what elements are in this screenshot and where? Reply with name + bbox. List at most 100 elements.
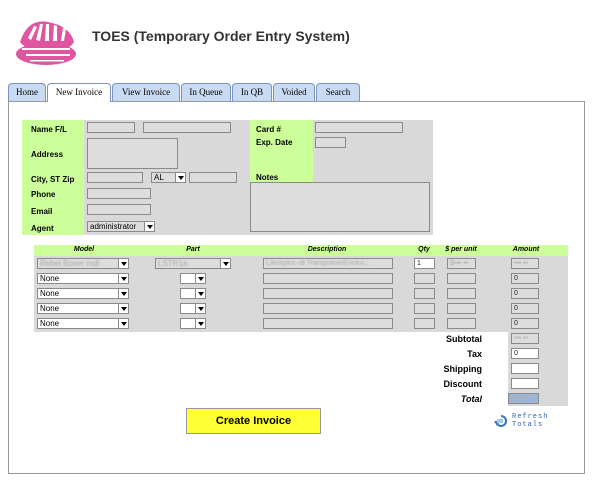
tab-in-queue[interactable]: In Queue xyxy=(181,83,231,101)
exp-date-field[interactable] xyxy=(315,137,346,148)
subtotal-field: •••.•• xyxy=(511,333,539,344)
description-field[interactable]: Lifestyles ‹dl Trampoline/Enclos... xyxy=(263,258,393,269)
refresh-label-line-1: Refresh xyxy=(512,413,549,421)
email-label: Email xyxy=(31,207,53,216)
column-header-model: Model xyxy=(73,246,95,253)
model-select[interactable]: None xyxy=(37,288,129,299)
chevron-down-icon xyxy=(118,304,128,313)
chevron-down-icon xyxy=(118,289,128,298)
qty-field[interactable] xyxy=(414,318,435,329)
subtotal-value: •••.•• xyxy=(514,335,529,342)
tab-new-invoice[interactable]: New Invoice xyxy=(47,83,111,102)
app-title: TOES (Temporary Order Entry System) xyxy=(92,28,350,44)
chevron-down-icon xyxy=(195,274,205,283)
tax-value: 0 xyxy=(514,350,518,357)
unit-price-field[interactable]: $•••.•• xyxy=(447,258,476,269)
toes-logo xyxy=(16,21,76,65)
agent-value: administrator xyxy=(90,222,137,231)
unit-price-field[interactable] xyxy=(447,318,476,329)
qty-field[interactable] xyxy=(414,303,435,314)
part-select[interactable] xyxy=(180,318,206,329)
refresh-totals-button[interactable]: Refresh Totals xyxy=(494,413,554,431)
shipping-field[interactable] xyxy=(511,363,539,374)
description-field[interactable] xyxy=(263,303,393,314)
amount-field: 0 xyxy=(511,303,539,314)
tab-home[interactable]: Home xyxy=(8,83,46,101)
column-header-unit-price: $ per unit xyxy=(445,246,477,253)
model-value: Rebel Boxer mdl xyxy=(40,259,100,268)
discount-label: Discount xyxy=(443,379,482,389)
model-select[interactable]: None xyxy=(37,318,129,329)
phone-label: Phone xyxy=(31,190,56,199)
part-select[interactable] xyxy=(180,273,206,284)
amount-value: 0 xyxy=(514,290,518,297)
zip-field[interactable] xyxy=(189,172,237,183)
qty-field[interactable] xyxy=(414,273,435,284)
phone-field[interactable] xyxy=(87,188,151,199)
chevron-down-icon xyxy=(195,304,205,313)
tax-label: Tax xyxy=(467,349,482,359)
tab-in-qb[interactable]: In QB xyxy=(232,83,272,101)
exp-date-label: Exp. Date xyxy=(256,138,293,147)
chevron-down-icon xyxy=(144,222,154,231)
address-field[interactable] xyxy=(87,138,178,169)
part-select[interactable]: LSTR1a xyxy=(155,258,231,269)
city-state-zip-label: City, ST Zip xyxy=(31,175,75,184)
description-field[interactable] xyxy=(263,318,393,329)
qty-field[interactable] xyxy=(414,288,435,299)
amount-value: 0 xyxy=(514,305,518,312)
chevron-down-icon xyxy=(118,274,128,283)
state-select[interactable]: AL xyxy=(151,172,186,183)
model-value: None xyxy=(40,289,60,298)
unit-price-field[interactable] xyxy=(447,303,476,314)
amount-field: •••.•• xyxy=(511,258,539,269)
notes-label: Notes xyxy=(256,173,279,182)
column-header-part: Part xyxy=(186,246,200,253)
model-select[interactable]: None xyxy=(37,303,129,314)
amount-field: 0 xyxy=(511,318,539,329)
refresh-icon xyxy=(494,414,508,427)
agent-select[interactable]: administrator xyxy=(87,221,155,232)
refresh-label-line-2: Totals xyxy=(512,421,544,429)
last-name-field[interactable] xyxy=(143,122,231,133)
chevron-down-icon xyxy=(220,259,230,268)
tab-voided[interactable]: Voided xyxy=(273,83,315,101)
chevron-down-icon xyxy=(195,319,205,328)
column-header-description: Description xyxy=(307,246,347,253)
tab-view-invoice[interactable]: View Invoice xyxy=(112,83,180,101)
unit-price-value: $•••.•• xyxy=(450,260,469,267)
card-number-label: Card # xyxy=(256,125,281,134)
model-value: None xyxy=(40,304,60,313)
part-value: LSTR1a xyxy=(158,259,188,268)
total-field: •••.•• xyxy=(508,393,539,404)
description-field[interactable] xyxy=(263,273,393,284)
tax-field[interactable]: 0 xyxy=(511,348,539,359)
unit-price-field[interactable] xyxy=(447,273,476,284)
first-name-field[interactable] xyxy=(87,122,135,133)
part-select[interactable] xyxy=(180,288,206,299)
card-number-field[interactable] xyxy=(315,122,403,133)
total-label: Total xyxy=(460,394,482,404)
model-select[interactable]: None xyxy=(37,273,129,284)
create-invoice-button[interactable]: Create Invoice xyxy=(186,408,321,434)
column-header-qty: Qty xyxy=(418,246,430,253)
part-select[interactable] xyxy=(180,303,206,314)
city-field[interactable] xyxy=(87,172,143,183)
subtotal-label: Subtotal xyxy=(446,334,482,344)
agent-label: Agent xyxy=(31,224,54,233)
qty-field[interactable]: 1 xyxy=(414,258,435,269)
shipping-label: Shipping xyxy=(443,364,483,374)
model-value: None xyxy=(40,274,60,283)
total-value: •••.•• xyxy=(511,395,526,402)
amount-field: 0 xyxy=(511,273,539,284)
unit-price-field[interactable] xyxy=(447,288,476,299)
email-field[interactable] xyxy=(87,204,151,215)
amount-field: 0 xyxy=(511,288,539,299)
model-select[interactable]: Rebel Boxer mdl xyxy=(37,258,129,269)
chevron-down-icon xyxy=(118,319,128,328)
tab-search[interactable]: Search xyxy=(316,83,360,101)
qty-value: 1 xyxy=(417,260,421,267)
discount-field[interactable] xyxy=(511,378,539,389)
notes-field[interactable] xyxy=(250,182,430,232)
description-field[interactable] xyxy=(263,288,393,299)
